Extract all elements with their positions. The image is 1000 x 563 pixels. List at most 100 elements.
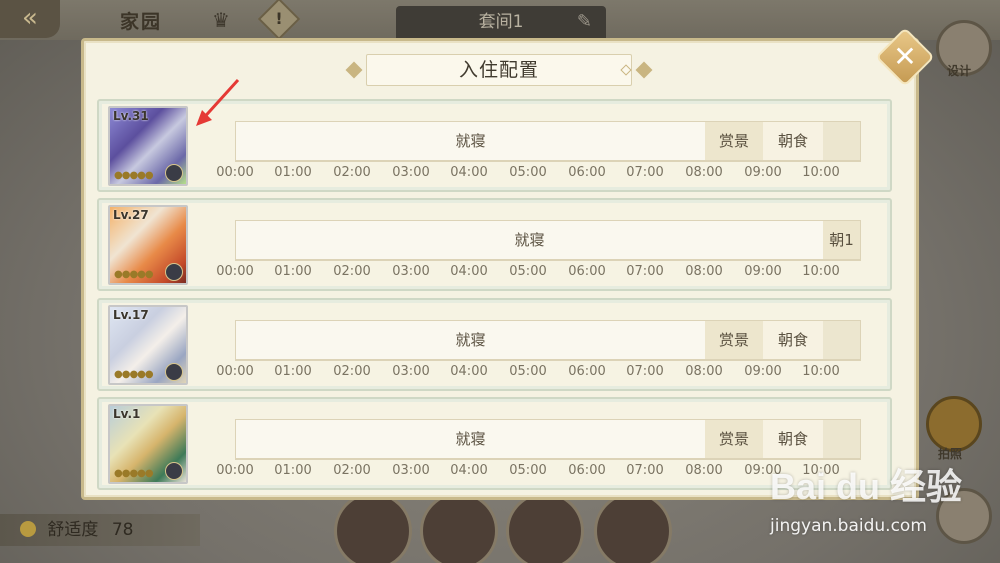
time-label: 04:00 — [450, 165, 488, 180]
level-label: Lv.31 — [113, 109, 149, 123]
schedule-empty-slot[interactable] — [823, 420, 860, 458]
schedule-breakfast[interactable]: 朝食 — [763, 321, 823, 359]
timeline-labels: 00:00 01:00 02:00 03:00 04:00 05:00 06:0… — [215, 264, 855, 280]
time-label: 08:00 — [685, 264, 723, 279]
schedule-breakfast[interactable]: 朝食 — [763, 122, 823, 160]
timeline-labels: 00:00 01:00 02:00 03:00 04:00 05:00 06:0… — [215, 165, 855, 181]
time-label: 05:00 — [509, 264, 547, 279]
schedule-empty-slot[interactable] — [823, 321, 860, 359]
room-tab-label: 套间1 — [478, 12, 524, 32]
edit-icon[interactable]: ✎ — [577, 6, 592, 38]
dialog-header: 入住配置 — [345, 54, 653, 88]
star-rating: ●●●●● — [114, 269, 154, 280]
time-label: 00:00 — [216, 364, 254, 379]
level-label: Lv.27 — [113, 208, 149, 222]
back-arrow-icon: « — [22, 3, 38, 33]
bottom-character-slot[interactable] — [594, 492, 672, 563]
time-label: 01:00 — [274, 264, 312, 279]
character-avatar[interactable]: Lv.1 ●●●●● — [108, 404, 188, 484]
comfort-indicator: 舒适度 78 — [0, 514, 200, 546]
level-label: Lv.17 — [113, 308, 149, 322]
schedule-sightseeing[interactable]: 赏景 — [705, 122, 763, 160]
time-label: 06:00 — [568, 165, 606, 180]
time-label: 02:00 — [333, 364, 371, 379]
resident-row[interactable]: Lv.27 ●●●●● 就寝 朝1 00:00 01:00 02:00 03:0… — [97, 198, 892, 291]
time-label: 02:00 — [333, 165, 371, 180]
design-label: 设计 — [947, 64, 972, 78]
time-label: 00:00 — [216, 463, 254, 478]
bottom-character-slot[interactable] — [334, 492, 412, 563]
time-label: 01:00 — [274, 364, 312, 379]
time-label: 05:00 — [509, 463, 547, 478]
photo-button[interactable] — [926, 396, 982, 452]
comfort-value: 78 — [111, 520, 134, 540]
time-label: 03:00 — [392, 264, 430, 279]
star-rating: ●●●●● — [114, 170, 154, 181]
schedule-breakfast[interactable]: 朝1 — [823, 221, 860, 259]
schedule-sightseeing[interactable]: 赏景 — [705, 420, 763, 458]
time-label: 01:00 — [274, 463, 312, 478]
back-button[interactable]: « — [0, 0, 60, 38]
room-tab[interactable]: 套间1 ✎ — [396, 6, 606, 40]
time-label: 04:00 — [450, 364, 488, 379]
schedule-sleep[interactable]: 就寝 — [236, 321, 705, 359]
timeline-labels: 00:00 01:00 02:00 03:00 04:00 05:00 06:0… — [215, 463, 855, 479]
time-label: 02:00 — [333, 264, 371, 279]
time-label: 09:00 — [744, 264, 782, 279]
rank-badge-icon — [165, 462, 183, 480]
rank-badge-icon — [165, 363, 183, 381]
character-avatar[interactable]: Lv.31 ●●●●● — [108, 106, 188, 186]
comfort-icon — [20, 521, 36, 537]
annotation-arrow-icon — [196, 78, 240, 126]
time-label: 04:00 — [450, 463, 488, 478]
watermark-logo: Bai du 经验 — [770, 466, 963, 507]
time-label: 08:00 — [685, 364, 723, 379]
dialog-title: 入住配置 — [458, 59, 539, 81]
schedule-sleep[interactable]: 就寝 — [236, 122, 705, 160]
time-label: 02:00 — [333, 463, 371, 478]
schedule-empty-slot[interactable] — [823, 122, 860, 160]
time-label: 00:00 — [216, 264, 254, 279]
time-label: 10:00 — [802, 264, 840, 279]
comfort-label: 舒适度 — [47, 520, 99, 540]
character-avatar[interactable]: Lv.17 ●●●●● — [108, 305, 188, 385]
time-label: 01:00 — [274, 165, 312, 180]
resident-row[interactable]: Lv.17 ●●●●● 就寝 赏景 朝食 00:00 01:00 02:00 0… — [97, 298, 892, 391]
schedule-track[interactable]: 就寝 朝1 — [235, 220, 861, 260]
time-label: 06:00 — [568, 264, 606, 279]
time-label: 08:00 — [685, 165, 723, 180]
top-bar: « 家园 ♛ ! 套间1 ✎ — [0, 0, 1000, 41]
schedule-sleep[interactable]: 就寝 — [236, 221, 823, 259]
time-label: 09:00 — [744, 364, 782, 379]
schedule-track[interactable]: 就寝 赏景 朝食 — [235, 121, 861, 161]
schedule-track[interactable]: 就寝 赏景 朝食 — [235, 320, 861, 360]
schedule-breakfast[interactable]: 朝食 — [763, 420, 823, 458]
time-label: 05:00 — [509, 364, 547, 379]
time-label: 03:00 — [392, 165, 430, 180]
time-label: 06:00 — [568, 463, 606, 478]
crown-icon[interactable]: ♛ — [212, 8, 230, 32]
time-label: 04:00 — [450, 264, 488, 279]
time-label: 03:00 — [392, 463, 430, 478]
bottom-character-slot[interactable] — [506, 492, 584, 563]
time-label: 10:00 — [802, 364, 840, 379]
schedule-track[interactable]: 就寝 赏景 朝食 — [235, 419, 861, 459]
time-label: 10:00 — [802, 165, 840, 180]
alert-icon[interactable]: ! — [257, 0, 301, 41]
schedule-sleep[interactable]: 就寝 — [236, 420, 705, 458]
bottom-character-slot[interactable] — [420, 492, 498, 563]
time-label: 05:00 — [509, 165, 547, 180]
time-label: 00:00 — [216, 165, 254, 180]
time-label: 07:00 — [626, 364, 664, 379]
schedule-sightseeing[interactable]: 赏景 — [705, 321, 763, 359]
star-rating: ●●●●● — [114, 369, 154, 380]
rank-badge-icon — [165, 263, 183, 281]
time-label: 07:00 — [626, 165, 664, 180]
time-label: 03:00 — [392, 364, 430, 379]
level-label: Lv.1 — [113, 407, 141, 421]
close-icon: ✕ — [893, 40, 917, 73]
star-rating: ●●●●● — [114, 468, 154, 479]
character-avatar[interactable]: Lv.27 ●●●●● — [108, 205, 188, 285]
time-label: 09:00 — [744, 165, 782, 180]
time-label: 08:00 — [685, 463, 723, 478]
